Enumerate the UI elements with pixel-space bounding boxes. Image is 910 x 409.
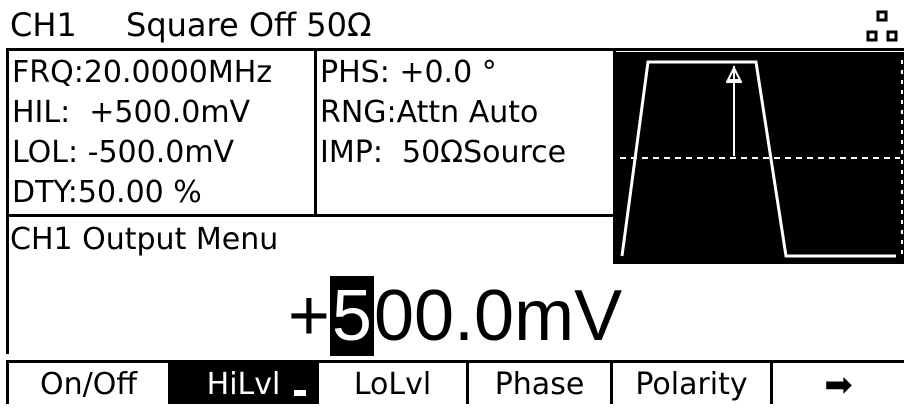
softkey-next[interactable]: ➡ — [770, 360, 904, 405]
duty-param: DTY:50.00 % — [12, 175, 202, 210]
softkey-polarity[interactable]: Polarity — [610, 360, 770, 404]
waveform-preview — [616, 52, 904, 264]
value-readout: +500.0mV — [0, 276, 910, 356]
param-divider — [314, 48, 317, 216]
range-param: RNG:Attn Auto — [320, 95, 539, 130]
value-sign: + — [287, 276, 330, 356]
header-bar: CH1 Square Off 50Ω — [6, 2, 904, 48]
softkey-hilvl-label: HiLvl — [206, 367, 281, 402]
mode-label: Square Off 50Ω — [126, 6, 372, 44]
generator-display: CH1 Square Off 50Ω FRQ:20.0000MHz HIL: +… — [0, 0, 910, 407]
high-level-param: HIL: +500.0mV — [12, 95, 251, 130]
channel-label: CH1 — [10, 6, 77, 44]
menu-title: CH1 Output Menu — [10, 222, 279, 257]
softkey-on-off[interactable]: On/Off — [6, 360, 168, 404]
value-rest: 00.0mV — [373, 276, 623, 356]
softkey-lolvl[interactable]: LoLvl — [316, 360, 466, 404]
frequency-param: FRQ:20.0000MHz — [12, 55, 273, 90]
param-bottom-line — [6, 214, 616, 217]
low-level-param: LOL: -500.0mV — [12, 135, 235, 170]
softkey-phase[interactable]: Phase — [466, 360, 610, 404]
network-dots-icon — [866, 10, 898, 42]
arrow-right-icon: ➡ — [824, 365, 853, 405]
dropdown-indicator-icon — [294, 390, 306, 396]
impedance-param: IMP: 50ΩSource — [320, 135, 567, 170]
header-divider — [6, 48, 904, 51]
softkey-bar: On/Off HiLvl LoLvl Phase Polarity ➡ — [6, 360, 904, 405]
softkey-hilvl[interactable]: HiLvl — [168, 360, 316, 404]
phase-param: PHS: +0.0 ° — [320, 55, 497, 90]
value-cursor-digit[interactable]: 5 — [329, 276, 374, 356]
